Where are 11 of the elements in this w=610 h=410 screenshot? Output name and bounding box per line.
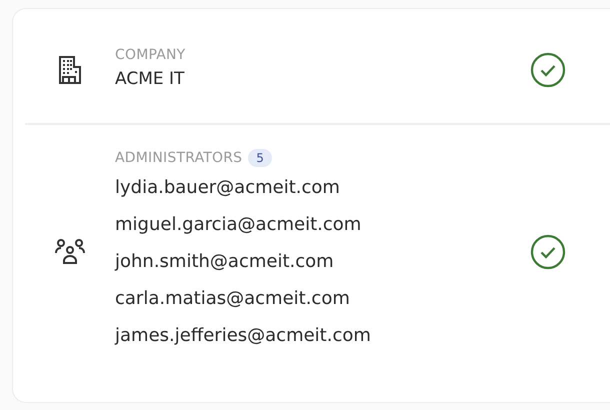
email-address: miguel.garcia@acmeit.com [115,213,362,237]
group-icon [55,238,85,266]
email-address: lydia.bauer@acmeit.com [115,176,341,200]
email-address: james.jefferies@acmeit.com [115,324,372,348]
field-label: COMPANY [115,47,186,63]
company-name: ACME IT [115,68,186,91]
count-badge: 5 [248,149,272,167]
email-address: john.smith@acmeit.com [115,250,335,274]
email-address: carla.matias@acmeit.com [115,287,351,311]
field-label: ADMINISTRATORS [115,150,242,166]
building-icon [58,55,82,85]
